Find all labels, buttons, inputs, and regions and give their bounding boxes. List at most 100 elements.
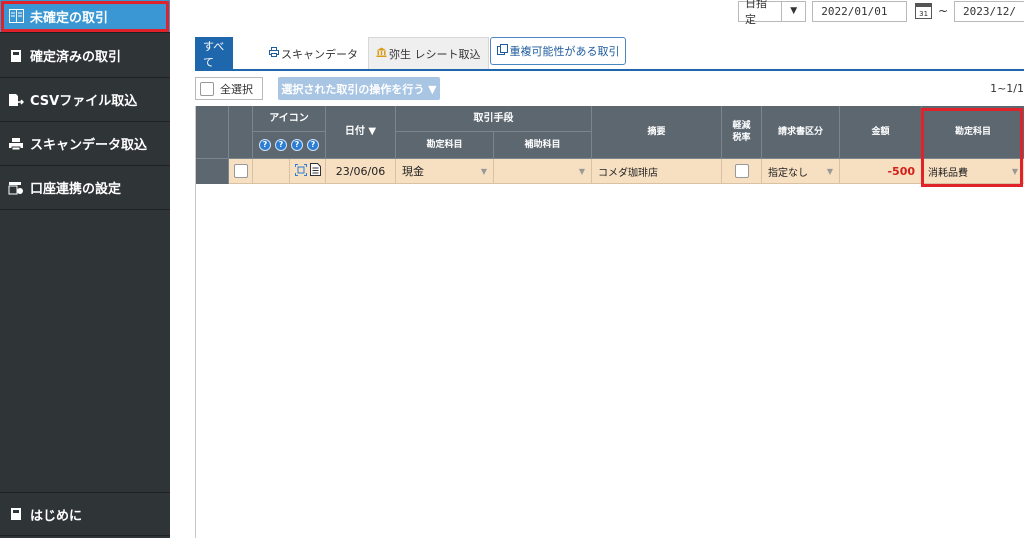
row-account-select[interactable]: 現金 ▼: [396, 159, 494, 184]
sidebar-item-csv-import[interactable]: CSVファイル取込: [0, 78, 170, 122]
select-all-button[interactable]: 全選択: [195, 77, 263, 100]
header-invoice-type: 請求書区分: [762, 106, 840, 159]
sidebar-item-label: はじめに: [30, 508, 83, 524]
tab-label: すべて: [203, 39, 225, 69]
row-category-value: 消耗品費: [928, 167, 968, 179]
row-marker: [196, 159, 229, 184]
help-icon[interactable]: ?: [259, 139, 271, 151]
help-icon[interactable]: ?: [307, 139, 319, 151]
header-row-marker: [196, 106, 229, 159]
sidebar-item-label: 確定済みの取引: [30, 50, 122, 65]
row-select-cell: [229, 159, 253, 184]
chevron-down-icon: ▼: [826, 166, 833, 176]
duplicate-transactions-button[interactable]: 重複可能性がある取引: [490, 37, 626, 65]
bulk-operation-label: 選択された取引の操作を行う ▼: [281, 82, 437, 96]
header-amount: 金額: [840, 106, 922, 159]
header-help-icons: ? ? ? ?: [253, 132, 326, 159]
scanner-icon: [8, 136, 24, 152]
sidebar-item-label: スキャンデータ取込: [30, 138, 148, 153]
csv-import-icon: [8, 92, 24, 108]
sidebar-item-getting-started[interactable]: はじめに: [0, 492, 170, 536]
sidebar-item-bank-settings[interactable]: 口座連携の設定: [0, 166, 170, 210]
header-summary: 摘要: [592, 106, 722, 159]
sidebar-item-unconfirmed[interactable]: 未確定の取引: [0, 0, 170, 33]
tab-scan-data[interactable]: スキャンデータ: [261, 37, 366, 69]
end-date-input[interactable]: 2023/12/: [954, 0, 1024, 22]
tab-yayoi-receipt[interactable]: 弥生 レシート取込: [368, 37, 489, 69]
chevron-down-icon: ▼: [480, 166, 487, 176]
help-icon[interactable]: ?: [291, 139, 303, 151]
duplicate-button-label: 重複可能性がある取引: [509, 45, 620, 58]
header-icon-label: アイコン: [269, 112, 309, 124]
document-icon: [8, 506, 24, 522]
header-date[interactable]: 日付 ▼: [326, 106, 396, 159]
duplicate-icon: [496, 44, 508, 58]
row-category-select[interactable]: 消耗品費 ▼: [922, 159, 1024, 184]
receipt-document-icon[interactable]: [309, 163, 321, 179]
printer-icon: [269, 47, 279, 60]
tab-label: 弥生 レシート取込: [389, 47, 481, 61]
row-summary[interactable]: コメダ珈琲店: [592, 159, 722, 184]
row-date-value: 23/06/06: [335, 164, 386, 178]
book-icon: [8, 8, 24, 24]
header-sub-account: 補助科目: [494, 132, 592, 159]
header-category-label: 勘定科目: [954, 127, 991, 137]
row-icon-spacer: [253, 159, 290, 184]
row-reduced-tax-cell: [722, 159, 762, 184]
header-account: 勘定科目: [396, 132, 494, 159]
header-reduced-tax: 軽減 税率: [722, 106, 762, 159]
sidebar-item-label: 未確定の取引: [30, 10, 109, 26]
row-amount-value: -500: [887, 164, 915, 178]
date-mode-select[interactable]: 日指定: [738, 0, 783, 26]
start-date-value: 2022/01/01: [821, 4, 888, 18]
bank-settings-icon: [8, 180, 24, 196]
header-checkbox-col: [229, 106, 253, 159]
chevron-down-icon: ▼: [578, 166, 585, 176]
sidebar-item-label: 口座連携の設定: [30, 182, 122, 197]
chevron-down-icon[interactable]: ▼: [782, 0, 807, 22]
date-filter: 日指定 ▼ 2022/01/01 31 ~ 2023/12/: [738, 0, 1024, 26]
transactions-table: アイコン ? ? ? ? 日付 ▼ 取引手段 勘定科目 補助科目 摘要 軽減 税…: [195, 106, 1024, 538]
help-icon[interactable]: ?: [275, 139, 287, 151]
select-all-label: 全選択: [220, 82, 253, 96]
document-icon: [8, 48, 24, 64]
sidebar-item-scan-import[interactable]: スキャンデータ取込: [0, 122, 170, 166]
header-account-label: 勘定科目: [426, 140, 463, 150]
header-method-label: 取引手段: [473, 112, 514, 124]
calendar-icon[interactable]: 31: [915, 3, 932, 19]
calendar-day: 31: [919, 10, 929, 18]
sidebar-item-confirmed[interactable]: 確定済みの取引: [0, 34, 170, 78]
reduced-tax-checkbox[interactable]: [734, 164, 749, 178]
header-category: 勘定科目: [922, 106, 1024, 159]
header-amount-label: 金額: [871, 127, 890, 137]
scan-image-icon[interactable]: [294, 163, 307, 179]
header-date-label: 日付 ▼: [344, 126, 377, 137]
pagination-info: 1~1/1: [990, 82, 1024, 95]
row-invoice-type-select[interactable]: 指定なし ▼: [762, 159, 840, 184]
row-account-value: 現金: [402, 165, 424, 178]
start-date-input[interactable]: 2022/01/01: [812, 0, 908, 22]
header-icon: アイコン: [253, 106, 326, 132]
header-invoice-type-label: 請求書区分: [777, 127, 823, 137]
date-range-separator: ~: [937, 4, 949, 18]
header-reduced-tax-label: 軽減 税率: [732, 121, 751, 143]
tab-underline: [195, 69, 1024, 71]
header-sub-account-label: 補助科目: [524, 140, 561, 150]
row-date: 23/06/06: [326, 159, 396, 184]
filter-tabs: すべて スキャンデータ 弥生 レシート取込: [195, 37, 491, 69]
row-icons: [290, 159, 326, 184]
tab-label: スキャンデータ: [281, 47, 358, 61]
sidebar-item-label: CSVファイル取込: [30, 94, 138, 109]
bulk-operation-button[interactable]: 選択された取引の操作を行う ▼: [278, 77, 440, 100]
tab-all[interactable]: すべて: [195, 37, 233, 69]
select-all-checkbox[interactable]: [200, 81, 214, 96]
sidebar: 未確定の取引 確定済みの取引 CSVファイル取込 スキャンデータ取込 口座連携の…: [0, 0, 170, 538]
header-method: 取引手段: [396, 106, 592, 132]
bank-icon: [376, 47, 387, 60]
row-summary-value: コメダ珈琲店: [598, 167, 658, 179]
row-sub-account-select[interactable]: ▼: [494, 159, 592, 184]
header-summary-label: 摘要: [647, 127, 666, 137]
date-mode-value: 日指定: [745, 0, 767, 26]
row-invoice-type-value: 指定なし: [768, 167, 808, 179]
row-checkbox[interactable]: [233, 164, 248, 178]
